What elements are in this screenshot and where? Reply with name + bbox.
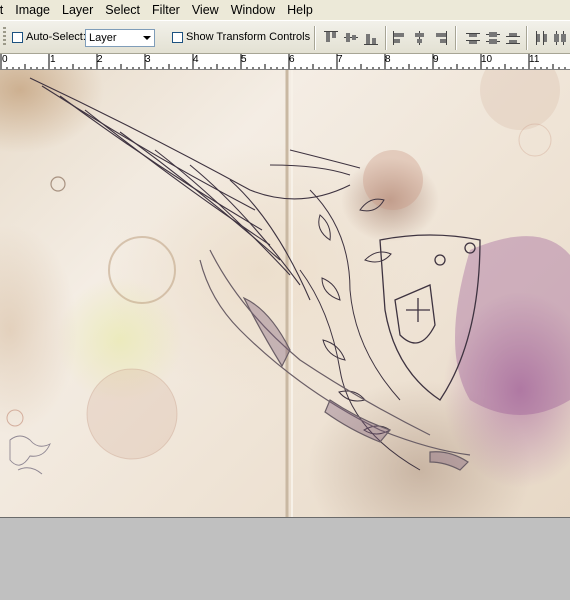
align-left-edges-icon[interactable] <box>392 30 408 46</box>
ruler-label: 2 <box>97 54 103 65</box>
auto-select-target-value: Layer <box>89 32 117 44</box>
ruler-label: 1 <box>50 54 56 65</box>
menu-image[interactable]: Image <box>9 0 56 20</box>
align-top-edges-icon[interactable] <box>323 30 339 46</box>
distribute-vertical-centers-icon[interactable] <box>485 30 501 46</box>
distribute-bottom-edges-icon[interactable] <box>505 30 521 46</box>
options-bar-grip[interactable] <box>3 27 6 47</box>
ruler-label: 5 <box>241 54 247 65</box>
menu-edit-truncated[interactable]: it <box>0 0 9 20</box>
ruler-label: 6 <box>289 54 295 65</box>
auto-select-checkbox[interactable] <box>12 32 23 43</box>
menu-help[interactable]: Help <box>281 0 319 20</box>
show-transform-checkbox[interactable] <box>172 32 183 43</box>
ruler-label: 0 <box>2 54 8 65</box>
auto-select-label: Auto-Select: <box>26 31 86 43</box>
menu-window[interactable]: Window <box>225 0 281 20</box>
align-horizontal-centers-icon[interactable] <box>412 30 428 46</box>
ruler-label: 8 <box>385 54 391 65</box>
options-bar: Auto-Select: Layer Show Transform Contro… <box>0 20 570 54</box>
separator <box>385 26 387 50</box>
ruler-label: 7 <box>337 54 343 65</box>
align-right-edges-icon[interactable] <box>432 30 448 46</box>
separator <box>455 26 457 50</box>
ruler-label: 3 <box>145 54 151 65</box>
menu-view[interactable]: View <box>186 0 225 20</box>
align-bottom-edges-icon[interactable] <box>363 30 379 46</box>
align-vertical-centers-icon[interactable] <box>343 30 359 46</box>
workspace-background <box>0 518 570 600</box>
menu-filter[interactable]: Filter <box>146 0 186 20</box>
document-canvas[interactable] <box>0 70 570 518</box>
separator <box>526 26 528 50</box>
show-transform-label: Show Transform Controls <box>186 31 311 43</box>
separator <box>314 26 316 50</box>
distribute-left-edges-icon[interactable] <box>533 30 549 46</box>
ruler-label: 11 <box>529 54 540 65</box>
distribute-horizontal-centers-icon[interactable] <box>552 30 568 46</box>
distribute-top-edges-icon[interactable] <box>465 30 481 46</box>
horizontal-ruler[interactable]: 0 1 2 3 4 5 6 7 8 9 10 11 <box>0 54 570 70</box>
ruler-label: 10 <box>481 54 493 65</box>
chevron-down-icon <box>143 36 151 40</box>
ruler-label: 4 <box>193 54 199 65</box>
menu-select[interactable]: Select <box>99 0 146 20</box>
artwork-illustration <box>6 70 570 517</box>
menu-bar: it Image Layer Select Filter View Window… <box>0 0 570 20</box>
auto-select-target-dropdown[interactable]: Layer <box>85 29 155 47</box>
ruler-label: 9 <box>433 54 439 65</box>
menu-layer[interactable]: Layer <box>56 0 99 20</box>
